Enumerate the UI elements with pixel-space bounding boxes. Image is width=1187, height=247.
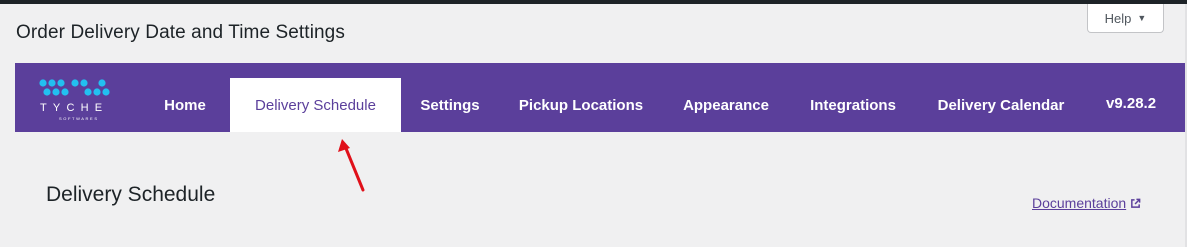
tyche-logo-text: TYCHE xyxy=(40,102,108,114)
nav-tab-label: Home xyxy=(164,96,206,114)
nav-tab-label: Delivery Schedule xyxy=(255,96,376,114)
nav-tab-delivery-schedule[interactable]: Delivery Schedule xyxy=(230,78,401,132)
top-window-strip xyxy=(0,0,1187,4)
help-button-label: Help xyxy=(1104,10,1132,26)
page-title: Order Delivery Date and Time Settings xyxy=(16,22,345,43)
external-link-icon xyxy=(1131,198,1141,208)
nav-tab-integrations[interactable]: Integrations xyxy=(797,78,909,132)
nav-tab-home[interactable]: Home xyxy=(145,78,225,132)
nav-tab-label: Appearance xyxy=(683,96,769,114)
nav-tab-pickup-locations[interactable]: Pickup Locations xyxy=(506,78,656,132)
nav-tab-label: Integrations xyxy=(810,96,896,114)
documentation-link-label: Documentation xyxy=(1032,195,1127,211)
tyche-logo-subtext: SOFTWARES xyxy=(59,116,99,121)
red-arrow-annotation xyxy=(338,139,365,192)
nav-tab-settings[interactable]: Settings xyxy=(410,78,490,132)
nav-tab-delivery-calendar[interactable]: Delivery Calendar xyxy=(925,78,1077,132)
documentation-link[interactable]: Documentation xyxy=(1032,195,1141,211)
tyche-logo: TYCHE SOFTWARES xyxy=(39,79,110,121)
nav-tab-label: Delivery Calendar xyxy=(937,96,1065,114)
help-button[interactable]: Help ▼ xyxy=(1087,4,1164,33)
caret-down-icon: ▼ xyxy=(1137,13,1147,23)
section-title: Delivery Schedule xyxy=(46,183,216,206)
version-label: v9.28.2 xyxy=(1106,95,1157,112)
plugin-nav-bar: TYCHE SOFTWARES Home Delivery Schedule S… xyxy=(15,63,1185,132)
nav-tab-label: Settings xyxy=(420,96,480,114)
nav-tab-appearance[interactable]: Appearance xyxy=(671,78,781,132)
nav-tab-label: Pickup Locations xyxy=(518,96,644,114)
